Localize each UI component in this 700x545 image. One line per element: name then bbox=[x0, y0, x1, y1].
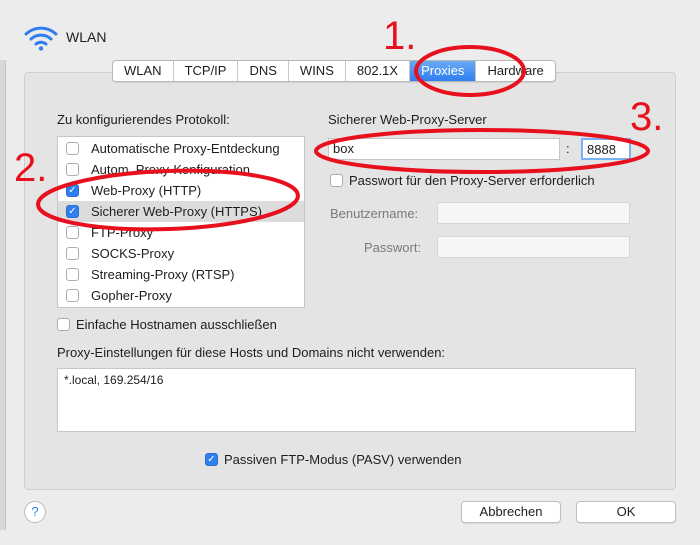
annotation-number-2: 2. bbox=[14, 146, 48, 190]
password-label: Passwort: bbox=[364, 240, 422, 255]
protocol-item-http[interactable]: ✓ Web-Proxy (HTTP) bbox=[58, 180, 304, 201]
help-button[interactable]: ? bbox=[24, 501, 46, 523]
protocol-label: FTP-Proxy bbox=[91, 225, 154, 240]
wifi-icon bbox=[24, 26, 58, 51]
protocol-list[interactable]: Automatische Proxy-Entdeckung Autom. Pro… bbox=[57, 136, 305, 308]
password-required-label: Passwort für den Proxy-Server erforderli… bbox=[349, 173, 595, 188]
protocol-checkbox[interactable] bbox=[66, 226, 79, 239]
protocol-label: Gopher-Proxy bbox=[91, 288, 172, 303]
bypass-hosts-textarea[interactable]: *.local, 169.254/16 bbox=[57, 368, 636, 432]
tab-wins[interactable]: WINS bbox=[289, 61, 346, 81]
protocol-label: SOCKS-Proxy bbox=[91, 246, 175, 261]
protocol-item-https[interactable]: ✓ Sicherer Web-Proxy (HTTPS) bbox=[58, 201, 304, 222]
proxy-host-input[interactable]: box bbox=[328, 138, 560, 160]
exclude-simple-hostnames-checkbox[interactable] bbox=[57, 318, 70, 331]
passive-ftp-checkbox[interactable]: ✓ bbox=[205, 453, 218, 466]
tab-8021x[interactable]: 802.1X bbox=[346, 61, 411, 81]
protocol-item-gopher[interactable]: Gopher-Proxy bbox=[58, 285, 304, 306]
server-heading: Sicherer Web-Proxy-Server bbox=[328, 112, 487, 127]
window-title: WLAN bbox=[66, 29, 107, 45]
protocol-item-auto-config[interactable]: Autom. Proxy-Konfiguration bbox=[58, 159, 304, 180]
ok-button[interactable]: OK bbox=[576, 501, 676, 523]
protocol-label: Sicherer Web-Proxy (HTTPS) bbox=[91, 204, 262, 219]
passive-ftp-label: Passiven FTP-Modus (PASV) verwenden bbox=[224, 452, 462, 467]
username-label: Benutzername: bbox=[330, 206, 419, 221]
protocol-checkbox[interactable] bbox=[66, 247, 79, 260]
password-input[interactable] bbox=[437, 236, 630, 258]
protocol-checkbox[interactable] bbox=[66, 142, 79, 155]
protocol-item-rtsp[interactable]: Streaming-Proxy (RTSP) bbox=[58, 264, 304, 285]
tab-proxies[interactable]: Proxies bbox=[410, 61, 477, 81]
protocol-checkbox[interactable]: ✓ bbox=[66, 184, 79, 197]
annotation-number-3: 3. bbox=[630, 95, 664, 139]
protocol-label: Streaming-Proxy (RTSP) bbox=[91, 267, 235, 282]
annotation-number-1: 1. bbox=[383, 14, 417, 58]
protocol-item-ftp[interactable]: FTP-Proxy bbox=[58, 222, 304, 243]
protocol-checkbox[interactable] bbox=[66, 268, 79, 281]
tab-wlan[interactable]: WLAN bbox=[113, 61, 174, 81]
username-input[interactable] bbox=[437, 202, 630, 224]
password-required-row[interactable]: Passwort für den Proxy-Server erforderli… bbox=[330, 173, 595, 188]
tab-bar: WLAN TCP/IP DNS WINS 802.1X Proxies Hard… bbox=[112, 60, 556, 82]
password-required-checkbox[interactable] bbox=[330, 174, 343, 187]
protocol-heading: Zu konfigurierendes Protokoll: bbox=[57, 112, 230, 127]
protocol-label: Web-Proxy (HTTP) bbox=[91, 183, 202, 198]
proxy-port-input[interactable]: 8888 bbox=[581, 138, 631, 160]
passive-ftp-row[interactable]: ✓ Passiven FTP-Modus (PASV) verwenden bbox=[205, 452, 461, 467]
protocol-label: Automatische Proxy-Entdeckung bbox=[91, 141, 280, 156]
cancel-button[interactable]: Abbrechen bbox=[461, 501, 561, 523]
tab-tcpip[interactable]: TCP/IP bbox=[174, 61, 239, 81]
tab-hardware[interactable]: Hardware bbox=[476, 61, 554, 81]
protocol-label: Autom. Proxy-Konfiguration bbox=[91, 162, 250, 177]
host-port-separator: : bbox=[566, 141, 570, 156]
exclude-simple-hostnames-row[interactable]: Einfache Hostnamen ausschließen bbox=[57, 317, 277, 332]
protocol-checkbox[interactable] bbox=[66, 163, 79, 176]
exclude-simple-hostnames-label: Einfache Hostnamen ausschließen bbox=[76, 317, 277, 332]
protocol-checkbox[interactable]: ✓ bbox=[66, 205, 79, 218]
protocol-checkbox[interactable] bbox=[66, 289, 79, 302]
protocol-item-socks[interactable]: SOCKS-Proxy bbox=[58, 243, 304, 264]
protocol-item-auto-discovery[interactable]: Automatische Proxy-Entdeckung bbox=[58, 138, 304, 159]
tab-dns[interactable]: DNS bbox=[238, 61, 289, 81]
background-window-edge bbox=[0, 60, 6, 530]
bypass-label: Proxy-Einstellungen für diese Hosts und … bbox=[57, 345, 446, 360]
